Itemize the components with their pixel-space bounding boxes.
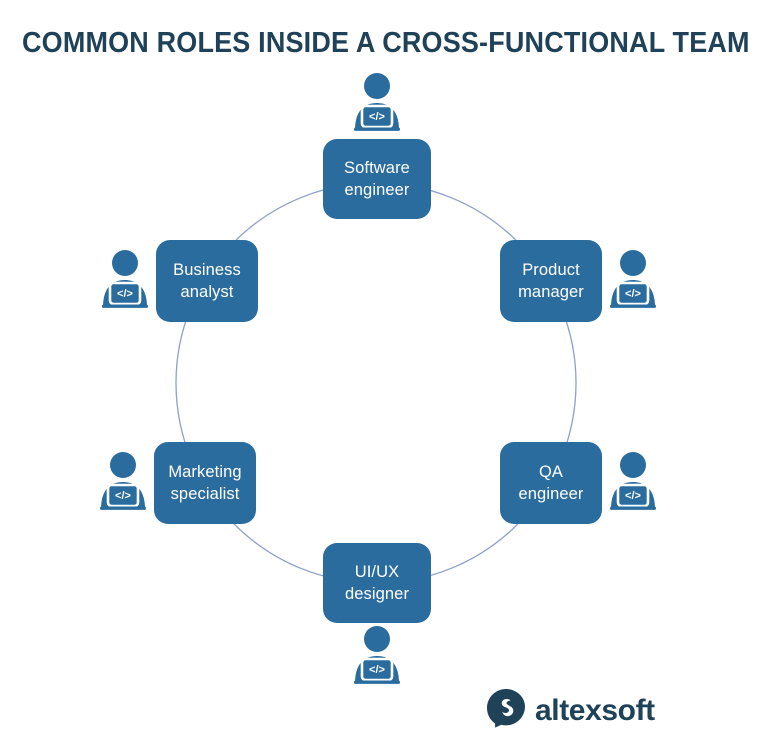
svg-text:</>: </> <box>369 111 385 123</box>
node-ui-ux-designer[interactable]: UI/UX designer </> <box>322 543 432 690</box>
person-laptop-code-icon: </> <box>349 72 405 137</box>
role-box-qa-engineer[interactable]: QA engineer <box>500 442 602 524</box>
svg-text:</>: </> <box>115 490 131 502</box>
role-label-line1: Business <box>173 261 241 279</box>
role-label-line2: specialist <box>170 485 240 503</box>
node-qa-engineer[interactable]: QA engineer </> <box>500 442 661 524</box>
role-label-line2: engineer <box>518 485 584 503</box>
node-business-analyst[interactable]: </> Business analyst <box>97 240 258 322</box>
role-label-line2: analyst <box>180 283 234 301</box>
person-laptop-code-icon: </> <box>349 625 405 690</box>
role-label-line1: QA <box>538 463 564 481</box>
node-marketing-specialist[interactable]: </> Marketing specialist <box>95 442 256 524</box>
svg-text:</>: </> <box>369 664 385 676</box>
person-laptop-code-icon: </> <box>95 451 151 516</box>
role-label-line1: UI/UX <box>354 563 400 581</box>
role-label-line1: Marketing <box>168 463 242 481</box>
svg-text:</>: </> <box>625 288 641 300</box>
person-laptop-code-icon: </> <box>605 249 661 314</box>
brand-logo: altexsoft <box>486 688 655 734</box>
person-laptop-code-icon: </> <box>605 451 661 516</box>
node-product-manager[interactable]: Product manager </> <box>500 240 661 322</box>
altexsoft-speech-bubble-icon <box>486 688 526 734</box>
svg-text:</>: </> <box>625 490 641 502</box>
role-label-line2: engineer <box>344 181 410 199</box>
role-label-line1: Product <box>522 261 580 279</box>
role-label-line2: manager <box>518 283 584 301</box>
role-box-business-analyst[interactable]: Business analyst <box>156 240 258 322</box>
role-label-line2: designer <box>344 585 410 603</box>
person-laptop-code-icon: </> <box>97 249 153 314</box>
brand-logo-text: altexsoft <box>535 694 655 727</box>
role-box-software-engineer[interactable]: Software engineer <box>323 139 431 219</box>
role-box-marketing-specialist[interactable]: Marketing specialist <box>154 442 256 524</box>
role-label-line1: Software <box>344 159 410 177</box>
role-box-ui-ux-designer[interactable]: UI/UX designer <box>323 543 431 623</box>
role-box-product-manager[interactable]: Product manager <box>500 240 602 322</box>
node-software-engineer[interactable]: </> Software engineer <box>323 72 431 219</box>
svg-text:</>: </> <box>117 288 133 300</box>
